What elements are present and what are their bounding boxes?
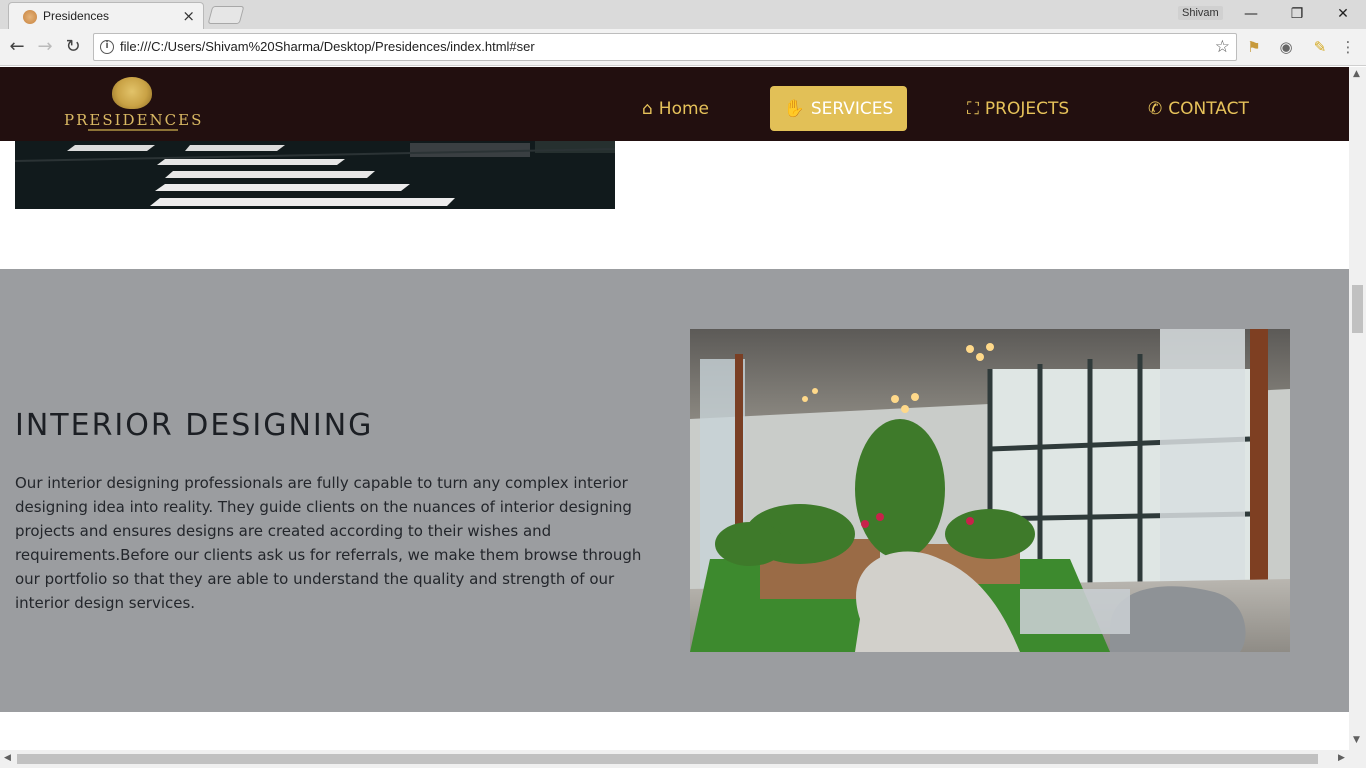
scroll-right-icon[interactable]: ▶ bbox=[1338, 753, 1345, 763]
nav-services[interactable]: ✋ SERVICES bbox=[770, 86, 907, 131]
url-text[interactable]: file:///C:/Users/Shivam%20Sharma/Desktop… bbox=[120, 39, 535, 54]
interior-photo bbox=[690, 329, 1290, 652]
logo-underline bbox=[88, 129, 178, 131]
reload-icon[interactable]: ↻ bbox=[62, 36, 84, 58]
forward-icon[interactable]: → bbox=[34, 36, 56, 58]
favicon-icon bbox=[23, 10, 37, 24]
section-title: INTERIOR DESIGNING bbox=[15, 407, 374, 443]
menu-icon[interactable]: ⋮ bbox=[1338, 37, 1358, 57]
interior-designing-section: INTERIOR DESIGNING Our interior designin… bbox=[0, 269, 1349, 712]
lion-crest-icon bbox=[112, 77, 152, 109]
horizontal-scrollbar[interactable]: ◀ ▶ bbox=[0, 750, 1366, 768]
tab-title: Presidences bbox=[43, 9, 110, 23]
tab-close-icon[interactable]: × bbox=[182, 7, 195, 25]
bookmark-star-icon[interactable]: ☆ bbox=[1215, 37, 1230, 57]
info-icon[interactable]: i bbox=[100, 40, 114, 54]
address-bar[interactable]: i file:///C:/Users/Shivam%20Sharma/Deskt… bbox=[93, 33, 1237, 61]
scroll-left-icon[interactable]: ◀ bbox=[4, 753, 11, 763]
scroll-down-icon[interactable]: ▼ bbox=[1353, 735, 1360, 745]
sitemap-icon: ⛶ bbox=[967, 98, 979, 119]
nav-services-label: SERVICES bbox=[810, 98, 894, 119]
vertical-scrollbar[interactable]: ▲ ▼ bbox=[1349, 67, 1366, 750]
nav-contact[interactable]: ✆ CONTACT bbox=[1136, 86, 1261, 131]
crosswalk-photo bbox=[15, 141, 615, 209]
extension-record-icon[interactable]: ◉ bbox=[1276, 37, 1296, 57]
horizontal-scroll-thumb[interactable] bbox=[17, 754, 1318, 764]
page-viewport: PRESIDENCES ⌂ Home ✋ SERVICES ⛶ PROJECTS… bbox=[0, 67, 1349, 750]
site-navbar: PRESIDENCES ⌂ Home ✋ SERVICES ⛶ PROJECTS… bbox=[0, 67, 1349, 141]
section-body: Our interior designing professionals are… bbox=[15, 474, 642, 612]
handshake-icon: ✋ bbox=[783, 98, 805, 119]
site-logo[interactable]: PRESIDENCES bbox=[64, 77, 202, 133]
scroll-up-icon[interactable]: ▲ bbox=[1353, 69, 1360, 79]
nav-home[interactable]: ⌂ Home bbox=[630, 86, 721, 131]
close-window-icon[interactable]: ✕ bbox=[1320, 2, 1366, 26]
crosswalk-image bbox=[15, 141, 615, 209]
home-icon: ⌂ bbox=[642, 98, 653, 119]
browser-tab[interactable]: Presidences × bbox=[8, 2, 204, 29]
new-tab-button[interactable] bbox=[207, 6, 245, 24]
phone-icon: ✆ bbox=[1148, 98, 1163, 119]
nav-contact-label: CONTACT bbox=[1168, 98, 1249, 119]
logo-text: PRESIDENCES bbox=[64, 111, 204, 129]
restore-icon[interactable]: ❐ bbox=[1274, 2, 1320, 26]
nav-home-label: Home bbox=[658, 98, 709, 119]
minimize-icon[interactable]: — bbox=[1228, 2, 1274, 26]
profile-button[interactable]: Shivam bbox=[1178, 6, 1223, 20]
back-icon[interactable]: ← bbox=[6, 36, 28, 58]
browser-tab-strip: Presidences × Shivam — ❐ ✕ bbox=[0, 0, 1366, 29]
browser-toolbar: ← → ↻ i file:///C:/Users/Shivam%20Sharma… bbox=[0, 29, 1366, 66]
interior-image bbox=[690, 329, 1290, 652]
nav-projects-label: PROJECTS bbox=[984, 98, 1070, 119]
extension-dropper-icon[interactable]: ✎ bbox=[1310, 37, 1330, 57]
extension-flag-icon[interactable]: ⚑ bbox=[1244, 37, 1264, 57]
vertical-scroll-thumb[interactable] bbox=[1352, 285, 1363, 333]
nav-projects[interactable]: ⛶ PROJECTS bbox=[955, 86, 1081, 131]
